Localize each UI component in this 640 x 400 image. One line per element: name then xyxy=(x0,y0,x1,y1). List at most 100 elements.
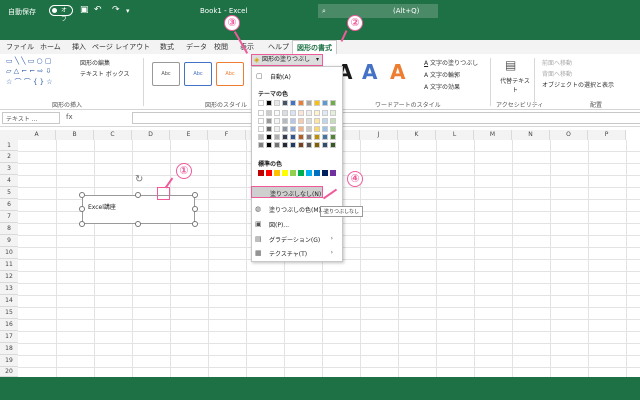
color-swatch[interactable] xyxy=(330,170,336,176)
color-swatch[interactable] xyxy=(298,170,304,176)
search-box[interactable]: ⌕ (Alt+Q) xyxy=(318,4,438,18)
undo-icon[interactable]: ↶ xyxy=(94,5,102,15)
color-swatch[interactable] xyxy=(290,110,296,116)
color-swatch[interactable] xyxy=(330,142,336,148)
color-swatch[interactable] xyxy=(314,100,320,106)
color-swatch[interactable] xyxy=(274,142,280,148)
color-swatch[interactable] xyxy=(322,142,328,148)
style-preset-3[interactable]: Abc xyxy=(216,62,244,86)
color-swatch[interactable] xyxy=(314,134,320,140)
shape-gallery-icon[interactable]: ▭ ╲ ╲ ▭ ○ ▢ xyxy=(6,57,52,65)
selection-pane-button[interactable]: オブジェクトの選択と表示 xyxy=(542,80,614,89)
color-swatch[interactable] xyxy=(282,134,288,140)
col-header-m[interactable]: M xyxy=(474,130,512,140)
resize-handle-se[interactable] xyxy=(192,221,198,227)
color-swatch[interactable] xyxy=(322,110,328,116)
color-swatch[interactable] xyxy=(306,118,312,124)
col-header-a[interactable]: A xyxy=(18,130,56,140)
resize-handle-n[interactable] xyxy=(135,192,141,198)
col-header-c[interactable]: C xyxy=(94,130,132,140)
bring-forward-button[interactable]: 前面へ移動 xyxy=(542,58,572,67)
col-header-l[interactable]: L xyxy=(436,130,474,140)
color-swatch[interactable] xyxy=(330,126,336,132)
color-swatch[interactable] xyxy=(258,100,264,106)
row-header-16[interactable]: 16 xyxy=(0,319,18,331)
fx-icon[interactable]: fx xyxy=(66,113,73,121)
row-header-5[interactable]: 5 xyxy=(0,187,18,199)
color-swatch[interactable] xyxy=(314,170,320,176)
shape-gallery-icon-3[interactable]: ☆ ⌒ ⌒ { } ☆ xyxy=(6,77,53,87)
row-header-14[interactable]: 14 xyxy=(0,295,18,307)
color-swatch[interactable] xyxy=(290,170,296,176)
row-header-12[interactable]: 12 xyxy=(0,271,18,283)
color-swatch[interactable] xyxy=(330,118,336,124)
color-swatch[interactable] xyxy=(282,126,288,132)
resize-handle-nw[interactable] xyxy=(79,192,85,198)
color-swatch[interactable] xyxy=(306,110,312,116)
color-swatch[interactable] xyxy=(290,100,296,106)
tab-insert[interactable]: 挿入 xyxy=(72,42,86,52)
tab-shape-format[interactable]: 図形の書式 xyxy=(292,40,337,54)
color-swatch[interactable] xyxy=(282,100,288,106)
menu-item-no-fill[interactable]: 塗りつぶしなし(N) xyxy=(251,186,323,198)
tab-review[interactable]: 校閲 xyxy=(214,42,228,52)
color-swatch[interactable] xyxy=(306,126,312,132)
col-header-b[interactable]: B xyxy=(56,130,94,140)
color-swatch[interactable] xyxy=(314,118,320,124)
menu-item-more-colors[interactable]: ◍ 塗りつぶしの色(M)... xyxy=(255,205,327,214)
color-swatch[interactable] xyxy=(298,118,304,124)
rotate-handle-icon[interactable]: ↻ xyxy=(135,174,143,185)
alt-text-button[interactable]: 代替テキスト xyxy=(500,76,530,94)
name-box[interactable]: テキスト ... xyxy=(2,112,60,124)
select-all-corner[interactable] xyxy=(0,130,18,140)
send-backward-button[interactable]: 背面へ移動 xyxy=(542,69,572,78)
color-swatch[interactable] xyxy=(282,118,288,124)
row-header-17[interactable]: 17 xyxy=(0,331,18,343)
autosave-toggle[interactable]: オフ xyxy=(49,5,73,23)
color-swatch[interactable] xyxy=(274,170,280,176)
color-swatch[interactable] xyxy=(314,126,320,132)
text-fill-button[interactable]: A 文字の塗りつぶし xyxy=(424,58,478,67)
text-effect-button[interactable]: A 文字の効果 xyxy=(424,82,460,91)
color-swatch[interactable] xyxy=(290,142,296,148)
menu-item-texture[interactable]: ▦ テクスチャ(T) › xyxy=(255,249,337,258)
color-swatch[interactable] xyxy=(314,142,320,148)
tab-file[interactable]: ファイル xyxy=(6,42,34,52)
color-swatch[interactable] xyxy=(274,118,280,124)
color-swatch[interactable] xyxy=(266,110,272,116)
color-swatch[interactable] xyxy=(266,170,272,176)
row-header-18[interactable]: 18 xyxy=(0,343,18,355)
tab-formulas[interactable]: 数式 xyxy=(160,42,174,52)
color-swatch[interactable] xyxy=(298,110,304,116)
color-swatch[interactable] xyxy=(322,134,328,140)
color-swatch[interactable] xyxy=(266,142,272,148)
col-header-k[interactable]: K xyxy=(398,130,436,140)
edit-shape-button[interactable]: 図形の編集 xyxy=(80,58,110,67)
col-header-p[interactable]: P xyxy=(588,130,626,140)
color-swatch[interactable] xyxy=(258,134,264,140)
color-swatch[interactable] xyxy=(306,142,312,148)
row-header-15[interactable]: 15 xyxy=(0,307,18,319)
row-header-11[interactable]: 11 xyxy=(0,259,18,271)
resize-handle-sw[interactable] xyxy=(79,221,85,227)
col-header-f[interactable]: F xyxy=(208,130,246,140)
color-swatch[interactable] xyxy=(282,110,288,116)
resize-handle-w[interactable] xyxy=(79,206,85,212)
row-header-19[interactable]: 19 xyxy=(0,355,18,367)
color-swatch[interactable] xyxy=(322,118,328,124)
color-swatch[interactable] xyxy=(306,100,312,106)
color-swatch[interactable] xyxy=(282,170,288,176)
save-icon[interactable]: ▣ xyxy=(80,5,89,15)
color-swatch[interactable] xyxy=(266,134,272,140)
redo-icon[interactable]: ↷ xyxy=(112,5,120,15)
wordart-preset-3[interactable]: A xyxy=(390,60,405,84)
resize-handle-s[interactable] xyxy=(135,221,141,227)
resize-handle-ne[interactable] xyxy=(192,192,198,198)
color-swatch[interactable] xyxy=(322,100,328,106)
shape-fill-button[interactable]: ◈ 図形の塗りつぶし ▾ xyxy=(251,54,323,66)
color-swatch[interactable] xyxy=(266,100,272,106)
menu-item-gradient[interactable]: ▤ グラデーション(G) › xyxy=(255,235,337,244)
row-header-1[interactable]: 1 xyxy=(0,140,18,151)
color-swatch[interactable] xyxy=(306,170,312,176)
color-swatch[interactable] xyxy=(258,110,264,116)
